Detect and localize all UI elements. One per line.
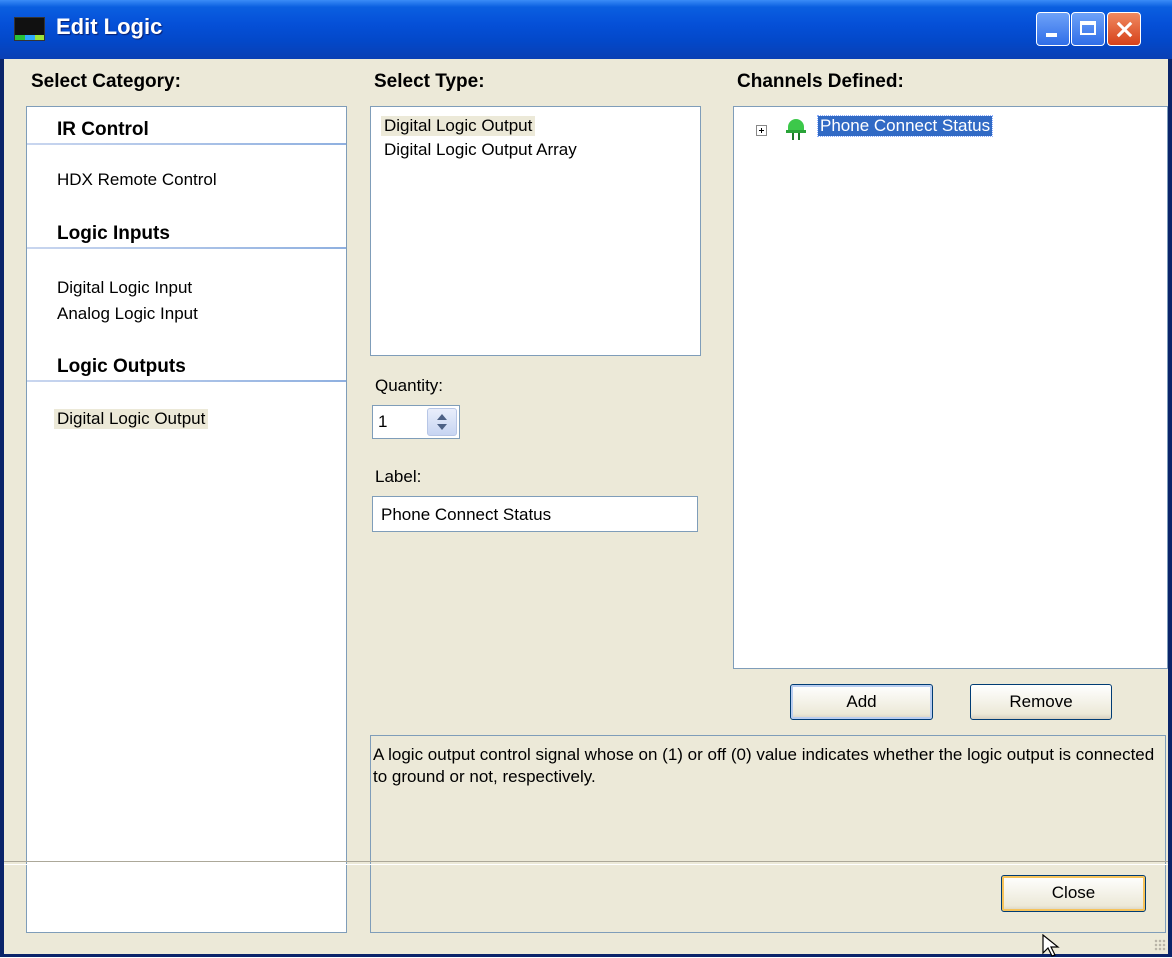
type-item-digital-logic-output-array[interactable]: Digital Logic Output Array (384, 140, 577, 160)
description-text: A logic output control signal whose on (… (373, 745, 1155, 786)
dialog-body: Select Category: IR Control HDX Remote C… (4, 59, 1168, 957)
resize-grip-icon[interactable] (1154, 939, 1166, 951)
channels-tree[interactable]: Phone Connect Status (733, 106, 1168, 669)
quantity-label: Quantity: (375, 376, 444, 395)
app-logic-icon (14, 17, 45, 41)
type-item-digital-logic-output[interactable]: Digital Logic Output (381, 116, 536, 136)
category-list[interactable]: IR Control HDX Remote Control Logic Inpu… (26, 106, 347, 933)
select-type-header: Select Type: (374, 71, 485, 92)
add-button[interactable]: Add (790, 684, 933, 720)
quantity-value[interactable]: 1 (378, 412, 387, 432)
category-item-hdx-remote-control[interactable]: HDX Remote Control (57, 170, 217, 190)
title-bar[interactable]: Edit Logic (0, 0, 1172, 59)
label-input[interactable]: Phone Connect Status (372, 496, 698, 532)
footer-divider (4, 861, 1168, 865)
category-item-digital-logic-input[interactable]: Digital Logic Input (57, 278, 192, 298)
remove-button[interactable]: Remove (970, 684, 1112, 720)
category-group-title: Logic Outputs (57, 356, 186, 377)
channels-defined-header: Channels Defined: (737, 71, 904, 92)
edit-logic-window: Edit Logic Select Category: IR Control H… (0, 0, 1172, 957)
expand-plus-icon[interactable] (756, 125, 767, 136)
close-icon[interactable] (1107, 12, 1141, 46)
minimize-icon[interactable] (1036, 12, 1070, 46)
category-group-title: Logic Inputs (57, 223, 170, 244)
category-group-logic-inputs: Logic Inputs (27, 215, 346, 249)
category-item-analog-logic-input[interactable]: Analog Logic Input (57, 304, 198, 324)
close-button[interactable]: Close (1001, 875, 1146, 912)
category-group-title: IR Control (57, 119, 149, 140)
spin-arrows-icon[interactable] (427, 408, 457, 436)
category-item-digital-logic-output[interactable]: Digital Logic Output (54, 409, 209, 429)
channel-item-phone-connect-status[interactable]: Phone Connect Status (816, 115, 994, 137)
category-group-ir-control: IR Control (27, 111, 346, 145)
select-category-header: Select Category: (31, 71, 181, 92)
quantity-stepper[interactable]: 1 (372, 405, 460, 439)
led-green-icon (786, 117, 806, 141)
maximize-icon[interactable] (1071, 12, 1105, 46)
label-field-label: Label: (375, 467, 422, 486)
type-list[interactable]: Digital Logic Output Digital Logic Outpu… (370, 106, 701, 356)
category-group-logic-outputs: Logic Outputs (27, 348, 346, 382)
window-title: Edit Logic (56, 14, 163, 39)
